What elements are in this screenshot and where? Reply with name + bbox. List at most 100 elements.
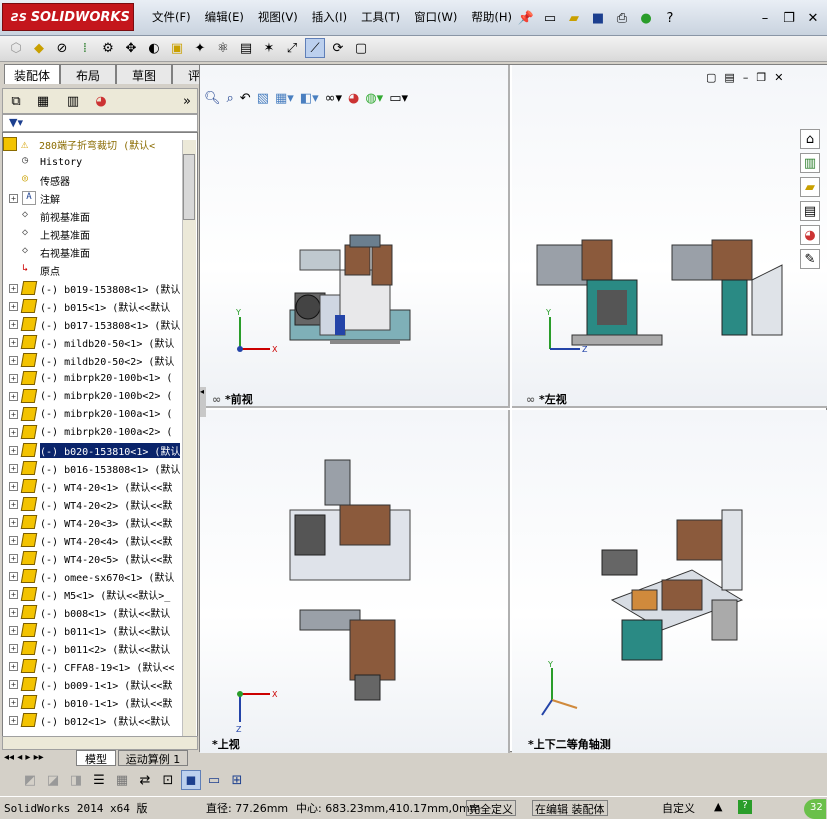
edit-component-icon[interactable]: ⬡ [6,38,26,58]
tree-item[interactable]: ◇ 右视基准面 [3,243,193,261]
expand-icon[interactable]: + [9,625,18,635]
viewport-top[interactable]: XZ *上视 [200,410,510,753]
expand-icon[interactable]: + [9,445,18,455]
insert-component-icon[interactable]: ◆ [29,38,49,58]
tree-item[interactable]: ↳ 原点 [3,261,193,279]
expand-icon[interactable]: + [9,319,18,329]
solidworks-logo[interactable]: ƧS SOLIDWORKS [2,3,134,31]
expand-icon[interactable]: + [9,661,18,671]
menu-edit[interactable]: 编辑(E) [205,10,244,24]
section-view-icon[interactable]: ▧ [257,91,269,106]
expand-icon[interactable]: + [9,499,18,509]
tab-sketch[interactable]: 草图 [116,64,172,84]
restore-icon[interactable]: ❐ [779,8,799,28]
expand-panel-icon[interactable]: » [177,91,197,111]
tree-item[interactable]: + (-) b012<1> (默认<<默认 [3,711,193,729]
home-icon[interactable]: ⌂ [800,129,820,149]
tree-scrollbar[interactable] [182,140,196,736]
assembly-feature-icon[interactable]: ▣ [167,38,187,58]
help-icon[interactable]: ? [660,8,680,28]
expand-icon[interactable]: + [9,589,18,599]
tree-item[interactable]: + (-) b019-153808<1> (默认 [3,279,193,297]
tree-item[interactable]: + (-) WT4-20<3> (默认<<默 [3,513,193,531]
tree-item[interactable]: + (-) b008<1> (默认<<默认 [3,603,193,621]
new-motion-icon[interactable]: ⚛ [213,38,233,58]
design-library-icon[interactable]: ▥ [800,153,820,173]
tree-item[interactable]: + (-) mibrpk20-100b<1> ( [3,369,193,387]
exploded-view-icon[interactable]: ✶ [259,38,279,58]
tree-item[interactable]: + (-) WT4-20<5> (默认<<默 [3,549,193,567]
pin-icon[interactable]: 📌 [516,8,536,28]
tree-item[interactable]: ◎ 传感器 [3,171,193,189]
view-left-icon[interactable]: ◨ [66,770,86,790]
tree-item[interactable]: + (-) b017-153808<1> (默认 [3,315,193,333]
view-bottom-icon[interactable]: ⇄ [135,770,155,790]
expand-icon[interactable]: + [9,193,18,203]
status-up-arrow-icon[interactable]: ▲ [714,800,722,816]
expand-icon[interactable]: + [9,283,18,293]
scene-icon[interactable]: ◍▾ [365,91,383,106]
expand-icon[interactable]: + [9,409,18,419]
tree-item[interactable]: + (-) mibrpk20-100b<2> ( [3,387,193,405]
tree-item[interactable]: ◷ History [3,153,193,171]
four-view-icon[interactable]: ⊞ [227,770,247,790]
view-iso-icon[interactable]: ⊡ [158,770,178,790]
custom-properties-icon[interactable]: ✎ [800,249,820,269]
view-right-icon[interactable]: ☰ [89,770,109,790]
show-hidden-icon[interactable]: ◐ [144,38,164,58]
expand-icon[interactable]: + [9,643,18,653]
menu-insert[interactable]: 插入(I) [312,10,347,24]
zoom-to-fit-icon[interactable]: 🔍︎ [204,91,221,106]
tree-item[interactable]: + A 注解 [3,189,193,207]
tree-item[interactable]: + (-) WT4-20<2> (默认<<默 [3,495,193,513]
expand-icon[interactable]: + [9,427,18,437]
bill-of-materials-icon[interactable]: ▤ [236,38,256,58]
expand-icon[interactable]: + [9,535,18,545]
view-back-icon[interactable]: ◪ [43,770,63,790]
traffic-light-icon[interactable]: ● [636,8,656,28]
tree-item[interactable]: + (-) M5<1> (默认<<默认>_ [3,585,193,603]
open-folder-icon[interactable]: ▰ [564,8,584,28]
tree-item[interactable]: + (-) b011<2> (默认<<默认 [3,639,193,657]
tab-nav-arrows[interactable]: ◂◂ ◂ ▸ ▸▸ [4,752,44,763]
tree-item[interactable]: + (-) mildb20-50<1> (默认 [3,333,193,351]
tree-item[interactable]: + (-) CFFA8-19<1> (默认<< [3,657,193,675]
viewport-single-icon[interactable]: ▢ [706,71,716,84]
tab-model[interactable]: 模型 [76,750,116,766]
tree-item[interactable]: + (-) b020-153810<1> (默认 [3,441,193,459]
menu-help[interactable]: 帮助(H) [471,10,512,24]
status-help-icon[interactable]: ? [738,800,752,814]
appearances-icon[interactable]: ◕ [800,225,820,245]
expand-icon[interactable]: + [9,571,18,581]
viewport-restore-icon[interactable]: ❐ [756,71,766,84]
tab-assembly[interactable]: 装配体 [4,64,60,84]
panel-collapse-handle[interactable]: ◂ [200,387,206,417]
viewport-left[interactable]: YZ ∞ *左视 [512,65,827,408]
expand-icon[interactable]: + [9,607,18,617]
feature-tree-icon[interactable]: ⧉ [6,91,26,111]
tree-root[interactable]: ⚠ 280端子折弯裁切 (默认< [3,135,193,153]
view-top-icon[interactable]: ▦ [112,770,132,790]
explode-line-icon[interactable]: ⤢ [282,38,302,58]
tree-item[interactable]: ◇ 上视基准面 [3,225,193,243]
instant3d-icon[interactable]: ⟋ [305,38,325,58]
viewport-minimize-icon[interactable]: – [743,71,749,84]
menu-file[interactable]: 文件(F) [152,10,191,24]
appearance-icon[interactable]: ◕ [348,91,359,106]
tab-motion-study[interactable]: 运动算例 1 [118,750,188,766]
expand-icon[interactable]: + [9,679,18,689]
view-palette-icon[interactable]: ▤ [800,201,820,221]
tree-item[interactable]: + (-) mibrpk20-100a<1> ( [3,405,193,423]
update-icon[interactable]: ⟳ [328,38,348,58]
menu-window[interactable]: 窗口(W) [414,10,457,24]
close-icon[interactable]: ✕ [803,8,823,28]
property-manager-icon[interactable]: ▦ [33,91,53,111]
menu-tools[interactable]: 工具(T) [361,10,400,24]
zoom-area-icon[interactable]: ⌕ [227,91,234,106]
move-component-icon[interactable]: ✥ [121,38,141,58]
tree-item[interactable]: + (-) mildb20-50<2> (默认 [3,351,193,369]
mate-icon[interactable]: ⊘ [52,38,72,58]
graphics-area[interactable]: 🔍︎ ⌕ ↶ ▧ ▦▾ ◧▾ ∞▾ ◕ ◍▾ ▭▾ ▢ ▤ – ❐ ✕ Y X … [199,64,827,753]
tree-item[interactable]: + (-) b009-1<1> (默认<<默 [3,675,193,693]
tab-layout[interactable]: 布局 [60,64,116,84]
